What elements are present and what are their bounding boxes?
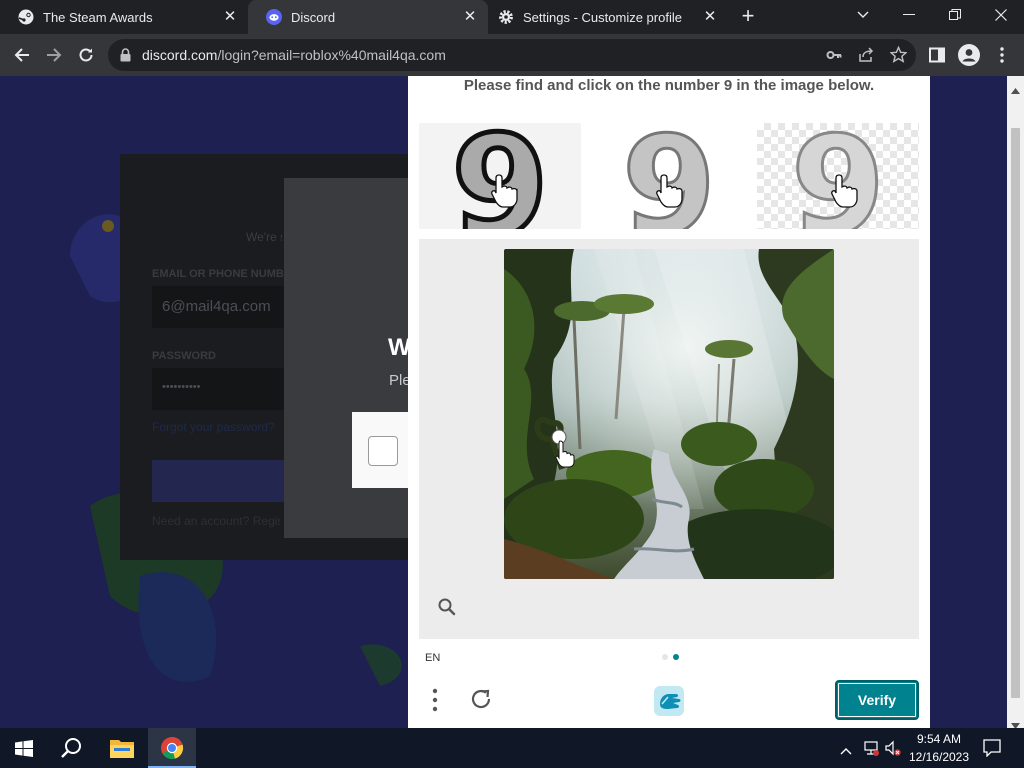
side-panel-icon[interactable] [925,43,949,67]
tab-steam-awards[interactable]: The Steam Awards ✕ [0,0,248,34]
start-button-windows-icon[interactable] [15,740,33,762]
network-icon[interactable] [863,740,879,761]
more-menu-icon[interactable] [990,43,1014,67]
restore-icon[interactable] [932,0,978,30]
chrome-icon [161,736,184,760]
language-selector[interactable]: EN [425,652,440,664]
close-tab-icon[interactable]: ✕ [462,9,478,25]
new-tab-icon[interactable]: + [724,1,772,31]
key-icon[interactable] [826,47,842,68]
share-icon[interactable] [858,47,874,68]
url-host: discord.com [142,47,218,63]
menu-dots-icon[interactable] [432,688,438,717]
email-value: 6@mail4qa.com [162,298,271,315]
password-value: •••••••••• [162,381,201,393]
hcaptcha-logo-icon [652,684,686,723]
reload-icon[interactable] [74,43,98,67]
url-text: discord.com/login?email=roblox%40mail4qa… [142,47,446,63]
clock-date[interactable]: 12/16/2023 [906,750,972,764]
verify-button[interactable]: Verify [835,680,919,720]
tab-search-icon[interactable] [840,0,886,30]
page-dot-1 [662,654,668,660]
tab-title: The Steam Awards [43,9,153,25]
tab-title: Discord [291,9,336,25]
tab-settings[interactable]: Settings - Customize profile ✕ [488,0,728,34]
steam-icon [18,9,34,25]
tab-discord[interactable]: Discord ✕ [248,0,488,34]
scroll-up-icon[interactable] [1011,81,1020,99]
example-image-2: 9 [588,123,750,229]
challenge-task-area [419,239,919,639]
browser-tab-strip: The Steam Awards ✕ Discord ✕ Settings - … [0,0,1024,34]
refresh-icon[interactable] [469,687,493,716]
discord-icon [266,9,282,25]
volume-muted-icon[interactable] [885,740,901,761]
lock-icon[interactable] [120,48,131,67]
captcha-checkbox[interactable] [368,436,398,466]
challenge-image[interactable] [504,249,834,579]
file-explorer-icon[interactable] [110,738,134,763]
back-icon[interactable] [10,43,34,67]
page-scrollbar[interactable] [1007,76,1024,729]
page-dot-2 [673,654,679,660]
svg-text:9: 9 [622,123,717,229]
close-tab-icon[interactable]: ✕ [222,9,238,25]
clock-time[interactable]: 9:54 AM [906,732,972,746]
example-image-3: 9 [757,123,919,229]
search-icon[interactable] [61,737,83,764]
close-window-icon[interactable] [978,0,1024,30]
notification-icon[interactable] [983,739,1001,762]
bookmark-star-icon[interactable] [889,45,908,68]
chrome-taskbar-button[interactable] [148,728,196,768]
gear-icon [498,9,514,25]
example-image-1: 9 [419,123,581,229]
windows-taskbar: 9:54 AM 12/16/2023 [0,728,1024,768]
login-subtitle: We're so excited to see you again! [246,230,282,244]
challenge-footer: EN Verify [408,640,930,728]
url-path: /login?email=roblox%40mail4qa.com [217,47,446,63]
password-label: PASSWORD [152,350,216,362]
register-link[interactable]: Need an account? Register [152,514,280,528]
browser-toolbar: discord.com/login?email=roblox%40mail4qa… [0,34,1024,76]
challenge-prompt: Please find and click on the number 9 in… [463,77,875,94]
close-tab-icon[interactable]: ✕ [702,9,718,25]
scrollbar-thumb[interactable] [1011,128,1020,698]
captcha-checkbox-widget [352,412,408,488]
tab-title: Settings - Customize profile [523,9,682,25]
address-bar[interactable]: discord.com/login?email=roblox%40mail4qa… [108,39,916,71]
chevron-up-icon[interactable] [840,742,852,760]
minimize-icon[interactable] [886,0,932,30]
profile-avatar-icon[interactable] [957,43,981,67]
hcaptcha-challenge: Please find and click on the number 9 in… [408,76,930,728]
zoom-icon[interactable] [437,597,457,622]
forgot-password-link[interactable]: Forgot your password? [152,420,282,434]
forward-icon[interactable] [42,43,66,67]
